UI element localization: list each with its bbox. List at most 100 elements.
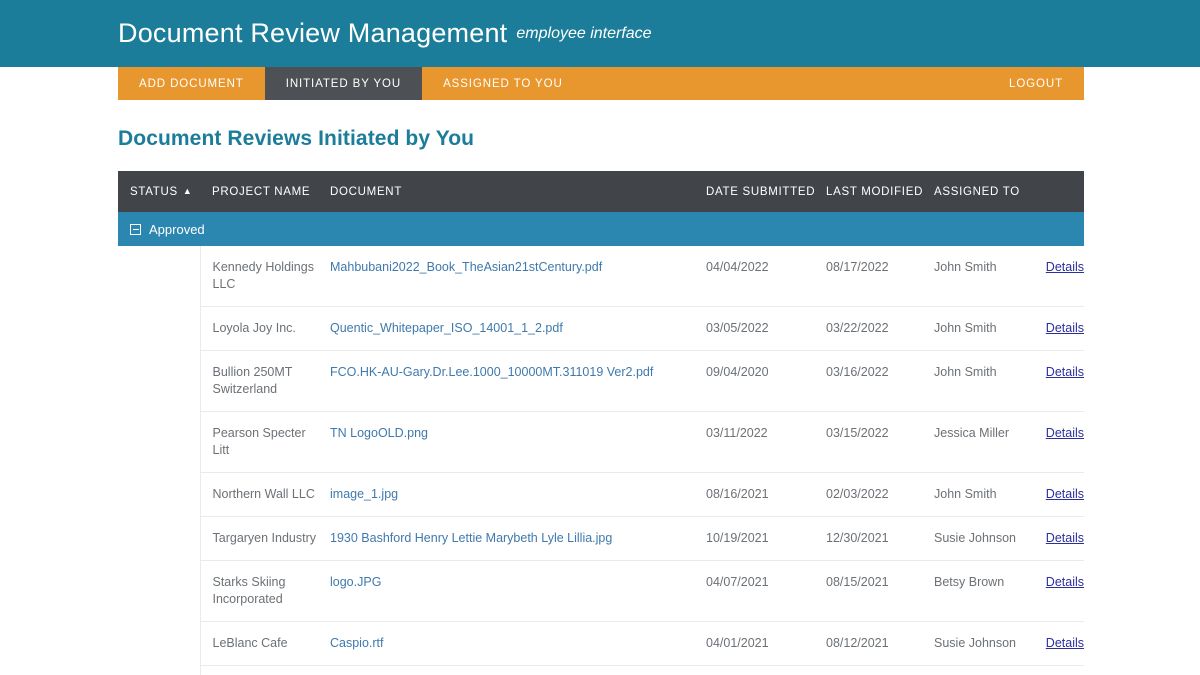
- cell-project-name: Kennedy Holdings LLC: [200, 246, 318, 307]
- cell-assigned-to: John Smith: [922, 246, 1017, 307]
- cell-status: [118, 621, 201, 666]
- cell-details: Details: [1017, 665, 1085, 675]
- app-title: Document Review Management: [118, 18, 508, 48]
- group-header-row-approved[interactable]: Approved: [118, 212, 1085, 246]
- column-header-date-submitted[interactable]: DATE SUBMITTED: [694, 171, 815, 212]
- cell-project-name: Starks Skiing Incorporated: [200, 560, 318, 622]
- details-link[interactable]: Details: [1046, 575, 1084, 589]
- cell-project-name: Bullion 250MT Switzerland: [200, 350, 318, 412]
- main-navigation: ADD DOCUMENT INITIATED BY YOU ASSIGNED T…: [118, 67, 1084, 100]
- cell-last-modified: 08/12/2021: [814, 621, 922, 666]
- details-link[interactable]: Details: [1046, 487, 1084, 501]
- cell-project-name: Shujin Academy: [200, 665, 318, 675]
- details-link[interactable]: Details: [1046, 260, 1084, 274]
- details-link[interactable]: Details: [1046, 531, 1084, 545]
- cell-details: Details: [1017, 621, 1085, 666]
- cell-status: [118, 411, 201, 473]
- cell-date-submitted: 03/11/2022: [694, 411, 814, 473]
- group-header-cell: Approved: [118, 212, 1085, 246]
- cell-project-name: LeBlanc Cafe: [200, 621, 318, 666]
- nav-item-assigned-to-you[interactable]: ASSIGNED TO YOU: [422, 67, 584, 100]
- cell-last-modified: 03/26/2021: [814, 665, 922, 675]
- column-header-project-name[interactable]: PROJECT NAME: [200, 171, 318, 212]
- table-row: Bullion 250MT Switzerland FCO.HK-AU-Gary.…: [118, 350, 1085, 412]
- cell-status: [118, 306, 201, 351]
- document-link[interactable]: logo.JPG: [330, 575, 381, 589]
- cell-status: [118, 560, 201, 622]
- details-link[interactable]: Details: [1046, 321, 1084, 335]
- cell-last-modified: 03/16/2022: [814, 350, 922, 412]
- document-link[interactable]: FCO.HK-AU-Gary.Dr.Lee.1000_10000MT.31101…: [330, 365, 653, 379]
- column-header-status[interactable]: STATUS ▲: [118, 171, 200, 212]
- cell-date-submitted: 03/05/2022: [694, 306, 814, 351]
- document-link[interactable]: TN LogoOLD.png: [330, 426, 428, 440]
- minus-square-icon[interactable]: [130, 223, 141, 235]
- cell-last-modified: 08/17/2022: [814, 246, 922, 307]
- column-header-status-label: STATUS: [130, 185, 178, 198]
- cell-date-submitted: 09/04/2020: [694, 350, 814, 412]
- nav-item-initiated-by-you[interactable]: INITIATED BY YOU: [264, 67, 423, 100]
- nav-item-label: ADD DOCUMENT: [139, 77, 244, 90]
- cell-date-submitted: 04/04/2022: [694, 246, 814, 307]
- cell-status: [118, 665, 201, 675]
- app-subtitle: employee interface: [516, 24, 652, 42]
- cell-last-modified: 03/15/2022: [814, 411, 922, 473]
- cell-document: Caspio.rtf: [318, 621, 694, 666]
- cell-assigned-to: Susie Johnson: [922, 621, 1017, 666]
- document-link[interactable]: 1930 Bashford Henry Lettie Marybeth Lyle…: [330, 531, 612, 545]
- details-link[interactable]: Details: [1046, 365, 1084, 379]
- cell-last-modified: 02/03/2022: [814, 472, 922, 517]
- details-link[interactable]: Details: [1046, 636, 1084, 650]
- table-row: Loyola Joy Inc. Quentic_Whitepaper_ISO_14…: [118, 306, 1085, 351]
- cell-details: Details: [1017, 472, 1085, 517]
- document-link[interactable]: Mahbubani2022_Book_TheAsian21stCentury.p…: [330, 260, 602, 274]
- cell-assigned-to: John Smith: [922, 306, 1017, 351]
- document-link[interactable]: Quentic_Whitepaper_ISO_14001_1_2.pdf: [330, 321, 563, 335]
- column-header-last-modified[interactable]: LAST MODIFIED: [814, 171, 922, 212]
- cell-last-modified: 12/30/2021: [814, 516, 922, 561]
- cell-last-modified: 08/15/2021: [814, 560, 922, 622]
- cell-project-name: Loyola Joy Inc.: [200, 306, 318, 351]
- table-row: Shujin AcademyTPGateway Briefing FAQs_v0…: [118, 665, 1085, 675]
- cell-last-modified: 03/22/2022: [814, 306, 922, 351]
- app-banner: Document Review Management employee inte…: [0, 0, 1200, 67]
- table-row: Northern Wall LLC image_1.jpg 08/16/2021 02…: [118, 472, 1085, 517]
- nav-item-add-document[interactable]: ADD DOCUMENT: [118, 67, 265, 100]
- details-link[interactable]: Details: [1046, 426, 1084, 440]
- logout-button[interactable]: LOGOUT: [988, 67, 1084, 100]
- cell-date-submitted: 04/07/2021: [694, 560, 814, 622]
- column-header-document[interactable]: DOCUMENT: [318, 171, 694, 212]
- document-link[interactable]: image_1.jpg: [330, 487, 398, 501]
- cell-project-name: Northern Wall LLC: [200, 472, 318, 517]
- cell-assigned-to: Betsy Brown: [922, 560, 1017, 622]
- cell-details: Details: [1017, 306, 1085, 351]
- group-label: Approved: [149, 221, 205, 237]
- cell-details: Details: [1017, 411, 1085, 473]
- cell-status: [118, 516, 201, 561]
- cell-date-submitted: 04/01/2021: [694, 621, 814, 666]
- cell-assigned-to: John Smith: [922, 350, 1017, 412]
- logout-label: LOGOUT: [1009, 77, 1063, 90]
- cell-date-submitted: 09/21/2020: [694, 665, 814, 675]
- cell-status: [118, 246, 201, 307]
- cell-document: logo.JPG: [318, 560, 694, 622]
- cell-status: [118, 472, 201, 517]
- cell-project-name: Targaryen Industry: [200, 516, 318, 561]
- table-row: Targaryen Industry 1930 Bashford Henry Le…: [118, 516, 1085, 561]
- table-body: Approved Kennedy Holdings LLC Mahbubani20…: [118, 212, 1085, 675]
- document-link[interactable]: Caspio.rtf: [330, 636, 384, 650]
- table-row: Starks Skiing Incorporated logo.JPG 04/07/…: [118, 560, 1085, 622]
- nav-item-label: INITIATED BY YOU: [285, 77, 402, 90]
- cell-date-submitted: 08/16/2021: [694, 472, 814, 517]
- column-header-assigned-to[interactable]: ASSIGNED TO: [922, 171, 1085, 212]
- cell-document: image_1.jpg: [318, 472, 694, 517]
- cell-status: [118, 350, 201, 412]
- cell-document: Quentic_Whitepaper_ISO_14001_1_2.pdf: [318, 306, 694, 351]
- cell-details: Details: [1017, 560, 1085, 622]
- nav-item-label: ASSIGNED TO YOU: [443, 77, 563, 90]
- cell-details: Details: [1017, 246, 1085, 307]
- cell-assigned-to: Susie Johnson: [922, 516, 1017, 561]
- cell-document: TN LogoOLD.png: [318, 411, 694, 473]
- cell-date-submitted: 10/19/2021: [694, 516, 814, 561]
